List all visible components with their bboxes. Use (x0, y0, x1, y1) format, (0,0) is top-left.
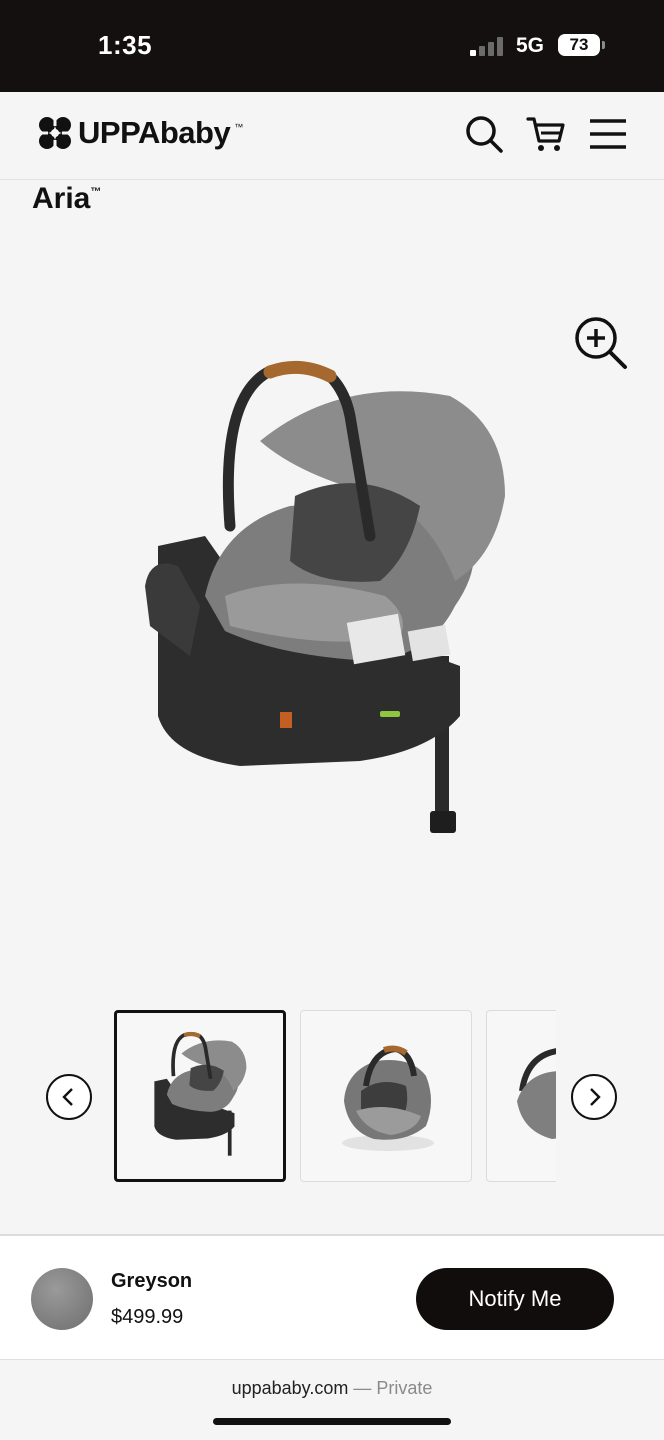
chevron-left-icon[interactable] (46, 1074, 92, 1120)
url-domain: uppababy.com (231, 1378, 349, 1398)
zoom-in-icon[interactable] (572, 314, 630, 372)
logo-mark-icon (36, 114, 74, 152)
product-name: Aria (32, 182, 91, 215)
search-icon[interactable] (462, 112, 506, 156)
url-separator: — (353, 1378, 372, 1398)
thumbnail-3[interactable] (486, 1010, 556, 1182)
chevron-right-icon[interactable] (571, 1074, 617, 1120)
browser-address-bar[interactable]: uppababy.com — Private (0, 1360, 664, 1440)
cart-icon[interactable] (524, 112, 568, 156)
thumbnail-strip (114, 1010, 556, 1184)
brand-trademark: ™ (234, 122, 244, 132)
status-time: 1:35 (98, 30, 153, 60)
sticky-purchase-bar: Greyson $499.99 Notify Me (0, 1234, 664, 1360)
product-trademark: ™ (90, 186, 102, 198)
brand-name: UPPAbaby (78, 115, 231, 150)
signal-icon (470, 36, 503, 56)
product-title: Aria™ (32, 182, 101, 216)
brand-logo[interactable]: UPPAbaby ™ (36, 114, 243, 152)
thumbnail-2[interactable] (300, 1010, 472, 1182)
url-line[interactable]: uppababy.com — Private (0, 1378, 664, 1399)
network-label: 5G (516, 34, 545, 57)
battery-level: 73 (569, 35, 589, 54)
menu-icon[interactable] (586, 112, 630, 156)
notify-me-button[interactable]: Notify Me (416, 1268, 614, 1330)
browsing-mode: Private (376, 1378, 433, 1398)
status-bar: 1:35 5G 73 (0, 0, 664, 92)
product-price: $499.99 (111, 1306, 184, 1328)
battery-icon: 73 (558, 34, 600, 56)
thumbnail-1[interactable] (114, 1010, 286, 1182)
site-header: UPPAbaby ™ (0, 92, 664, 180)
color-name: Greyson (111, 1270, 193, 1292)
home-indicator[interactable] (213, 1418, 451, 1425)
color-swatch[interactable] (31, 1268, 93, 1330)
product-image[interactable] (130, 356, 530, 846)
battery-tip (602, 41, 605, 49)
